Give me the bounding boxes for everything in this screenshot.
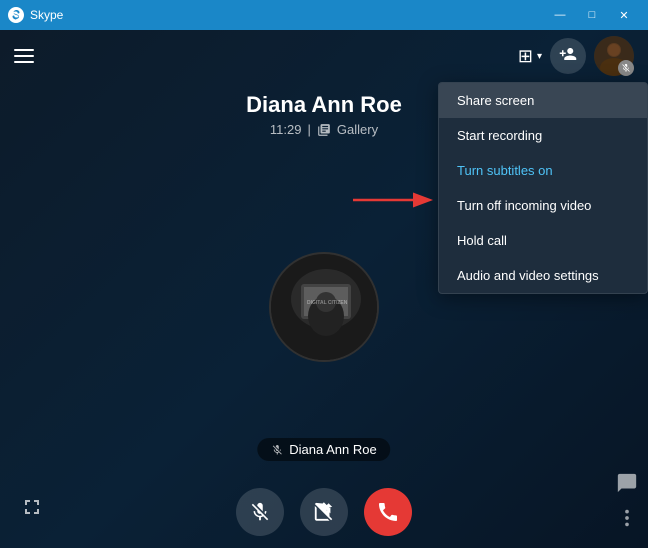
more-icon-area[interactable] [616, 507, 638, 534]
mic-off-icon [271, 444, 283, 456]
separator: | [308, 122, 311, 137]
end-call-button[interactable] [364, 488, 412, 536]
menu-item-hold-call[interactable]: Hold call [439, 223, 647, 258]
chat-icon-area[interactable] [616, 472, 638, 499]
context-menu: Share screen Start recording Turn subtit… [438, 82, 648, 294]
time-value: 11:29 [270, 122, 302, 137]
gallery-icon [317, 123, 331, 137]
video-off-icon [313, 501, 335, 523]
menu-item-audio-video-settings[interactable]: Audio and video settings [439, 258, 647, 293]
avatar[interactable] [594, 36, 634, 76]
layout-label: Gallery [337, 122, 378, 137]
video-button[interactable] [300, 488, 348, 536]
maximize-button[interactable]: □ [576, 0, 608, 30]
menu-item-incoming-video-label: Turn off incoming video [457, 198, 591, 213]
menu-item-start-recording[interactable]: Start recording [439, 118, 647, 153]
main-area: ⊞ ▾ [0, 30, 648, 548]
add-person-icon [559, 45, 577, 68]
menu-item-incoming-video[interactable]: Turn off incoming video [439, 188, 647, 223]
profile-photo: DIGITAL CITIZEN [271, 254, 379, 362]
title-bar-left: Skype [8, 7, 63, 23]
menu-item-audio-video-settings-label: Audio and video settings [457, 268, 599, 283]
menu-item-start-recording-label: Start recording [457, 128, 542, 143]
caller-label: Diana Ann Roe [257, 438, 390, 461]
mic-off-button-icon [249, 501, 271, 523]
caller-name: Diana Ann Roe [289, 442, 376, 457]
avatar-mute-badge [618, 60, 634, 76]
menu-item-share-screen-label: Share screen [457, 93, 534, 108]
window-controls: — □ ✕ [544, 0, 640, 30]
profile-image: DIGITAL CITIZEN [271, 254, 377, 360]
layout-button[interactable]: ⊞ ▾ [518, 46, 542, 67]
bottom-controls [0, 476, 648, 548]
hamburger-line-1 [14, 49, 34, 51]
more-icon [616, 507, 638, 529]
arrow-indicator [348, 186, 438, 219]
hamburger-line-2 [14, 55, 34, 57]
expand-icon-area[interactable] [20, 495, 44, 524]
layout-icon: ⊞ [518, 46, 533, 67]
hamburger-menu[interactable] [14, 49, 34, 63]
end-call-icon [376, 500, 400, 524]
svg-text:DIGITAL CITIZEN: DIGITAL CITIZEN [307, 300, 348, 306]
layout-chevron-icon: ▾ [537, 51, 542, 62]
fullscreen-icon [20, 495, 44, 519]
skype-logo-icon [8, 7, 24, 23]
top-bar: ⊞ ▾ [0, 30, 648, 82]
title-bar: Skype — □ ✕ [0, 0, 648, 30]
mute-button[interactable] [236, 488, 284, 536]
menu-item-share-screen[interactable]: Share screen [439, 83, 647, 118]
profile-circle: DIGITAL CITIZEN [269, 252, 379, 362]
arrow-svg [348, 186, 438, 214]
right-icons [616, 472, 638, 534]
menu-item-subtitles[interactable]: Turn subtitles on [439, 153, 647, 188]
top-bar-right: ⊞ ▾ [518, 36, 634, 76]
minimize-button[interactable]: — [544, 0, 576, 30]
close-button[interactable]: ✕ [608, 0, 640, 30]
menu-item-hold-call-label: Hold call [457, 233, 507, 248]
app-title: Skype [30, 8, 63, 22]
menu-item-subtitles-label: Turn subtitles on [457, 163, 553, 178]
add-person-button[interactable] [550, 38, 586, 74]
hamburger-line-3 [14, 61, 34, 63]
chat-icon [616, 472, 638, 494]
